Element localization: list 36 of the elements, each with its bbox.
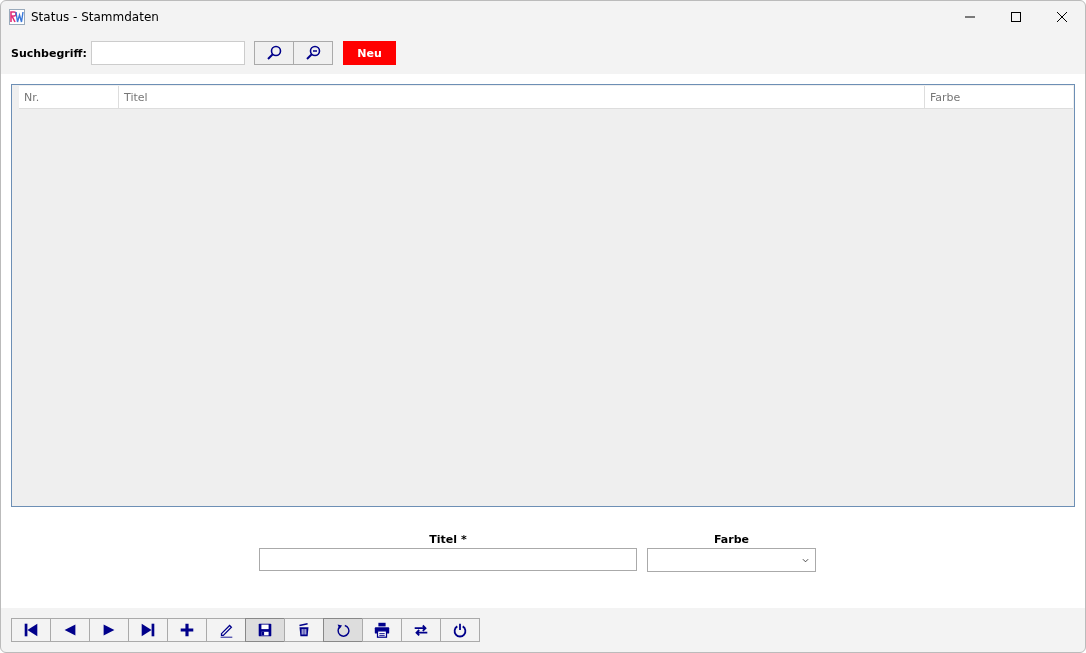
close-icon[interactable] — [1057, 11, 1067, 22]
column-header[interactable]: Farbe — [925, 86, 1073, 108]
undo-button[interactable] — [323, 618, 363, 642]
power-button[interactable] — [440, 618, 480, 642]
first-button[interactable] — [11, 618, 51, 642]
print-button[interactable] — [362, 618, 402, 642]
skip-last-icon — [139, 621, 157, 639]
search-field[interactable] — [91, 41, 245, 65]
app-logo-icon — [9, 8, 25, 25]
save-button[interactable] — [245, 618, 285, 642]
chevron-down-icon — [802, 557, 809, 563]
add-button[interactable] — [167, 618, 207, 642]
printer-icon — [373, 621, 391, 639]
edit-button[interactable] — [206, 618, 246, 642]
next-button[interactable] — [89, 618, 129, 642]
column-header[interactable]: Nr. — [19, 86, 119, 108]
delete-button[interactable] — [284, 618, 324, 642]
skip-first-icon — [22, 621, 40, 639]
maximize-icon[interactable] — [1011, 11, 1021, 22]
power-icon — [451, 621, 469, 639]
zoom-out-icon — [305, 45, 321, 61]
title-field[interactable] — [259, 548, 637, 571]
column-header[interactable]: Titel — [119, 86, 925, 108]
field-label: Farbe — [713, 533, 750, 546]
field-label: Titel * — [429, 533, 467, 546]
swap-button[interactable] — [401, 618, 441, 642]
new-button[interactable]: Neu — [343, 41, 396, 65]
last-button[interactable] — [128, 618, 168, 642]
search-button[interactable] — [254, 41, 294, 65]
plus-icon — [178, 621, 196, 639]
search-label: Suchbegriff: — [11, 46, 88, 60]
search-icon — [266, 45, 282, 61]
clear-search-button[interactable] — [293, 41, 333, 65]
prev-button[interactable] — [50, 618, 90, 642]
color-dropdown[interactable] — [647, 548, 816, 572]
window-title: Status - Stammdaten — [31, 9, 159, 24]
